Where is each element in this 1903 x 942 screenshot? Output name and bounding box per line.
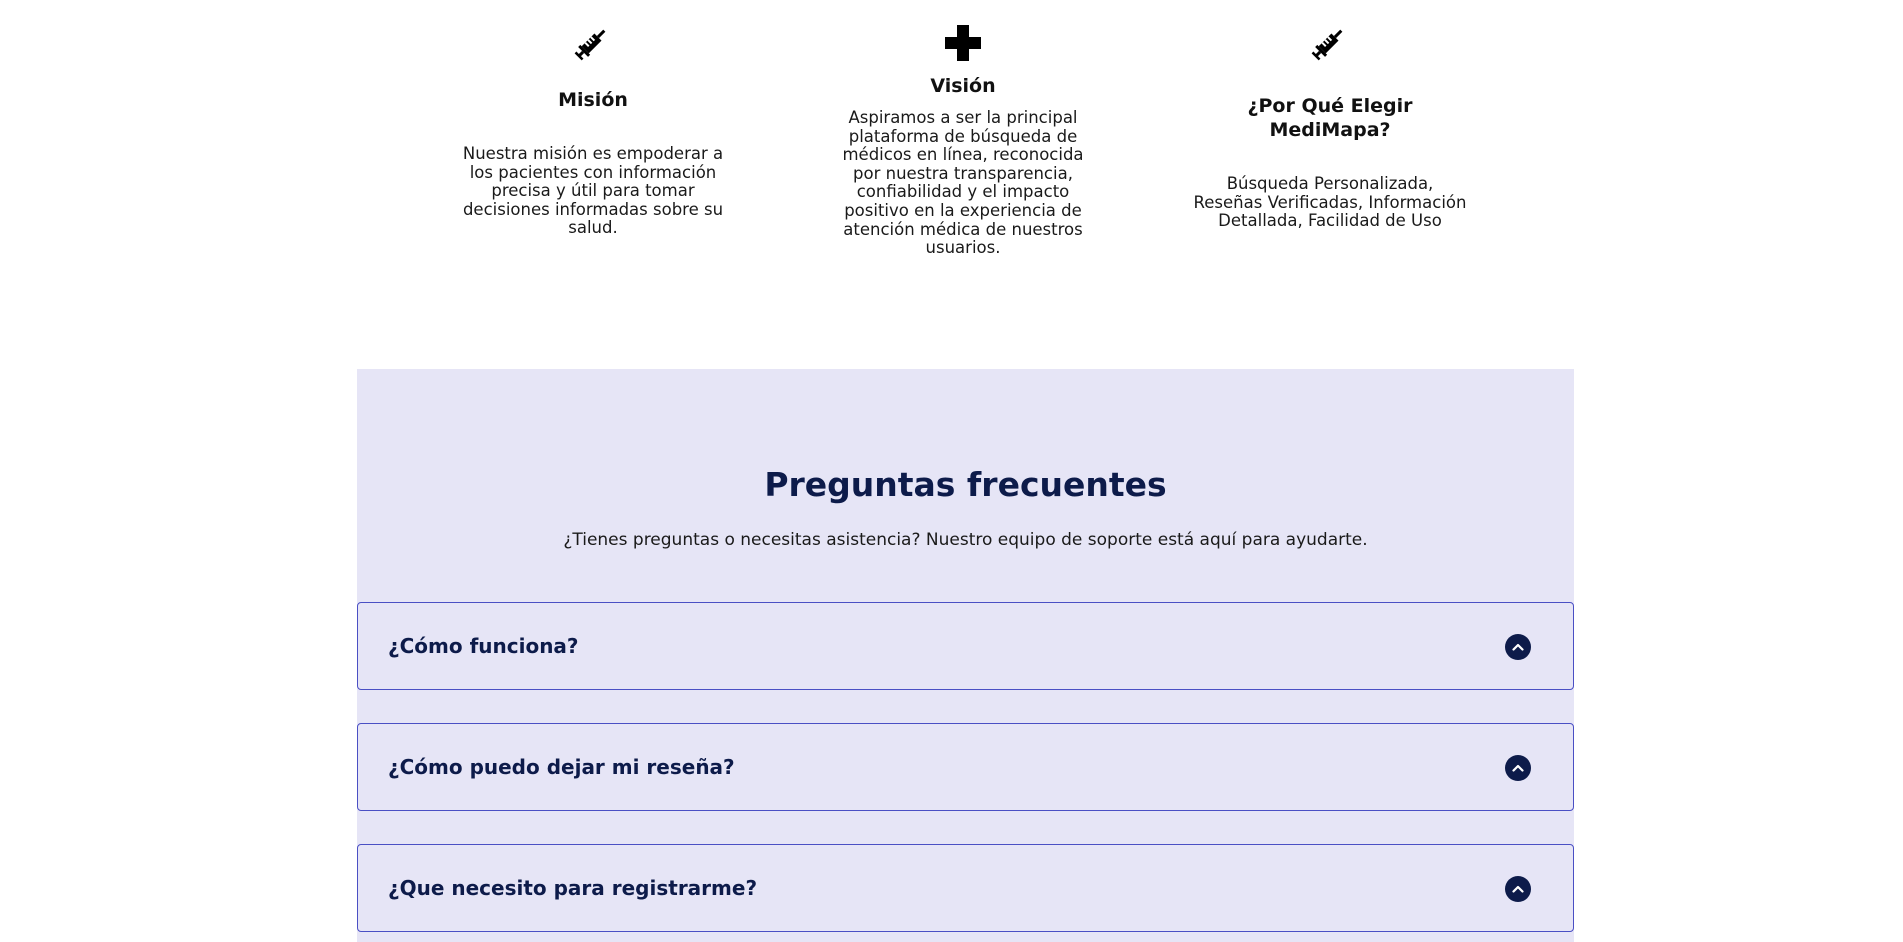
chevron-up-icon — [1512, 764, 1524, 772]
faq-subtitle: ¿Tienes preguntas o necesitas asistencia… — [563, 530, 1368, 550]
faq-question: ¿Cómo puedo dejar mi reseña? — [388, 755, 735, 779]
faq-toggle-button[interactable] — [1505, 755, 1531, 781]
mision-title: Misión — [558, 89, 628, 111]
faq-toggle-button[interactable] — [1505, 634, 1531, 660]
faq-item-dejar-resena[interactable]: ¿Cómo puedo dejar mi reseña? — [357, 723, 1574, 811]
mision-column: Misión Nuestra misión es empoderar a los… — [458, 22, 728, 238]
why-text: Búsqueda Personalizada, Reseñas Verifica… — [1193, 174, 1467, 231]
faq-title: Preguntas frecuentes — [764, 465, 1167, 504]
mision-text: Nuestra misión es empoderar a los pacien… — [462, 144, 724, 238]
why-medimapa-column: ¿Por Qué Elegir MediMapa? Búsqueda Perso… — [1192, 22, 1468, 231]
vision-column: Visión Aspiramos a ser la principal plat… — [828, 24, 1098, 258]
plus-icon — [945, 25, 981, 61]
chevron-up-icon — [1512, 643, 1524, 651]
vision-text: Aspiramos a ser la principal plataforma … — [842, 108, 1084, 258]
faq-item-registrarme[interactable]: ¿Que necesito para registrarme? — [357, 844, 1574, 932]
syringe-icon — [1311, 29, 1343, 61]
faq-question: ¿Cómo funciona? — [388, 634, 579, 658]
chevron-up-icon — [1512, 885, 1524, 893]
faq-question: ¿Que necesito para registrarme? — [388, 876, 758, 900]
faq-toggle-button[interactable] — [1505, 876, 1531, 902]
info-columns: Misión Nuestra misión es empoderar a los… — [0, 0, 1903, 360]
syringe-icon — [574, 29, 606, 61]
faq-section: Preguntas frecuentes ¿Tienes preguntas o… — [357, 369, 1574, 942]
vision-title: Visión — [930, 75, 996, 97]
faq-item-como-funciona[interactable]: ¿Cómo funciona? — [357, 602, 1574, 690]
why-title: ¿Por Qué Elegir MediMapa? — [1247, 95, 1413, 141]
